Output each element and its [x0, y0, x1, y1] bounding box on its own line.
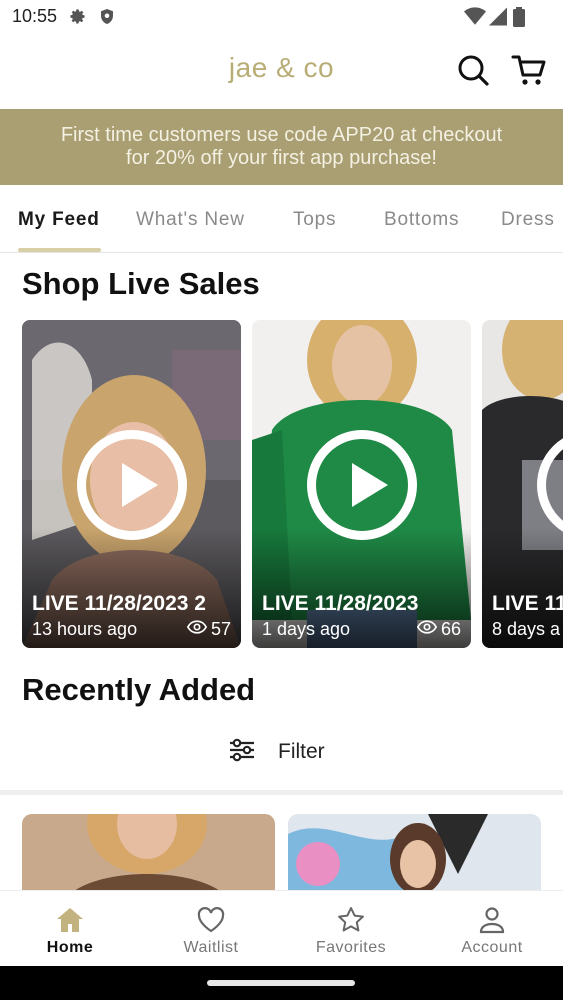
eye-icon [186, 620, 208, 639]
status-bar: 10:55 [0, 0, 563, 34]
view-count: 66 [416, 619, 461, 640]
tab-whats-new[interactable]: What's New [136, 209, 245, 231]
search-icon[interactable] [455, 52, 491, 88]
filter-label: Filter [278, 740, 325, 763]
star-icon [336, 905, 366, 935]
tab-my-feed[interactable]: My Feed [18, 209, 100, 231]
nav-home-label: Home [46, 939, 94, 956]
promo-line-1: First time customers use code APP20 at c… [60, 124, 503, 146]
system-gesture-bar [0, 966, 563, 1000]
heart-icon [196, 905, 226, 935]
app-header: jae & co [0, 34, 563, 109]
nav-account-label: Account [461, 939, 523, 956]
play-icon[interactable] [307, 430, 417, 540]
signal-icon [489, 7, 507, 31]
live-sale-time-ago: 13 hours ago [32, 619, 138, 639]
active-tab-indicator [18, 248, 101, 252]
nav-favorites-label: Favorites [315, 939, 387, 956]
person-icon [477, 905, 507, 935]
view-count-value: 66 [440, 619, 461, 639]
live-sale-card[interactable]: LIVE 11/28/2023 1 days ago 66 [252, 320, 471, 648]
live-sale-title: LIVE 11/28/2023 [262, 592, 419, 615]
category-tabs: My Feed What's New Tops Bottoms Dress [0, 185, 563, 253]
settings-icon [68, 7, 87, 31]
tab-bottoms[interactable]: Bottoms [384, 209, 459, 231]
live-sale-title: LIVE 11 [492, 592, 563, 615]
view-count: 57 [186, 619, 231, 640]
shield-icon [98, 7, 116, 31]
tab-tops[interactable]: Tops [293, 209, 336, 231]
filter-button[interactable]: Filter [228, 737, 325, 767]
live-sale-card[interactable]: LIVE 11 8 days a [482, 320, 563, 648]
nav-waitlist-label: Waitlist [183, 939, 239, 956]
nav-waitlist[interactable]: Waitlist [141, 891, 281, 967]
wifi-icon [464, 7, 486, 31]
cart-icon[interactable] [511, 52, 547, 88]
bottom-navigation: Home Waitlist Favorites Account [0, 890, 563, 966]
view-count-value: 57 [210, 619, 231, 639]
status-time: 10:55 [12, 6, 58, 26]
live-sale-title: LIVE 11/28/2023 2 [32, 592, 206, 615]
promo-line-2: for 20% off your first app purchase! [126, 147, 437, 169]
eye-icon [416, 620, 438, 639]
home-icon [55, 905, 85, 935]
sliders-icon [228, 738, 256, 767]
live-sale-time-ago: 1 days ago [262, 619, 351, 639]
battery-icon [513, 7, 525, 32]
tab-dress[interactable]: Dress [501, 209, 555, 231]
nav-home[interactable]: Home [0, 891, 140, 967]
section-title-live-sales: Shop Live Sales [22, 266, 260, 301]
live-sale-time-ago: 8 days a [492, 619, 561, 639]
section-divider [0, 790, 563, 795]
section-title-recently-added: Recently Added [22, 672, 256, 707]
play-icon[interactable] [77, 430, 187, 540]
home-gesture-handle[interactable] [207, 980, 355, 986]
live-sale-card[interactable]: LIVE 11/28/2023 2 13 hours ago 57 [22, 320, 241, 648]
nav-favorites[interactable]: Favorites [281, 891, 421, 967]
live-sales-carousel[interactable]: LIVE 11/28/2023 2 13 hours ago 57 LIVE 1… [0, 320, 563, 650]
promo-banner[interactable]: First time customers use code APP20 at c… [0, 109, 563, 185]
nav-account[interactable]: Account [422, 891, 562, 967]
